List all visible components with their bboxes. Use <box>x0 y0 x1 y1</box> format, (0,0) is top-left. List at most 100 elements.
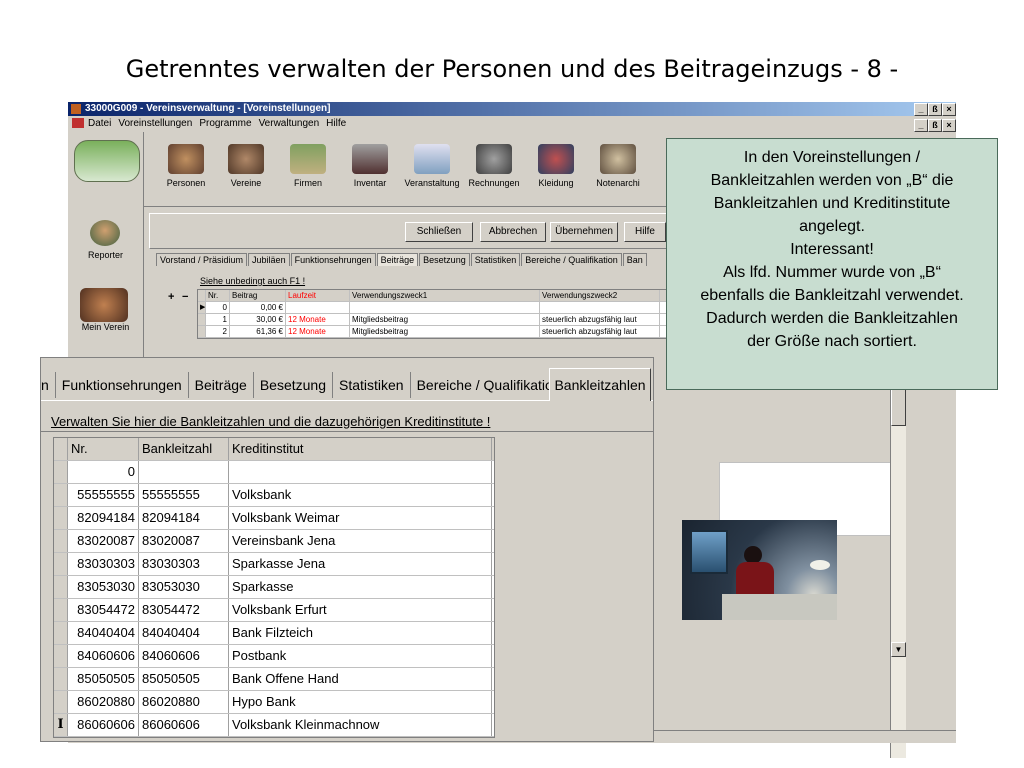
table-cell[interactable]: 83054472 <box>68 599 139 621</box>
row-selector[interactable] <box>54 645 68 667</box>
table-cell[interactable]: 83020087 <box>68 530 139 552</box>
column-header[interactable]: Verwendungszweck2 <box>540 290 660 301</box>
table-row[interactable]: 0 <box>54 461 494 484</box>
menu-verwaltungen[interactable]: Verwaltungen <box>259 118 320 129</box>
table-cell[interactable]: 85050505 <box>68 668 139 690</box>
table-cell[interactable]: 86060606 <box>139 714 229 736</box>
table-cell[interactable]: 83030303 <box>139 553 229 575</box>
row-selector[interactable] <box>54 691 68 713</box>
reporter-icon[interactable] <box>90 220 120 246</box>
uebernehmen-button[interactable]: Übernehmen <box>550 222 618 242</box>
toolbar-rechnungen[interactable]: Rechnungen <box>464 144 524 188</box>
tab-bereiche[interactable]: Bereiche / Qualifikation <box>411 372 568 398</box>
table-cell[interactable]: 12 Monate <box>286 314 350 325</box>
table-cell[interactable]: 84060606 <box>139 645 229 667</box>
table-cell[interactable]: 2 <box>206 326 230 337</box>
table-row[interactable]: 82094184 82094184 Volksbank Weimar <box>54 507 494 530</box>
column-header-nr[interactable]: Nr. <box>68 438 139 460</box>
table-cell[interactable]: 86060606 <box>68 714 139 736</box>
tab-vorstand[interactable]: Vorstand / Präsidium <box>156 253 248 266</box>
table-cell[interactable]: Mitgliedsbeitrag <box>350 314 540 325</box>
row-selector[interactable] <box>54 461 68 483</box>
column-header[interactable]: Laufzeit <box>286 290 350 301</box>
table-cell[interactable]: 84060606 <box>68 645 139 667</box>
table-cell[interactable] <box>139 461 229 483</box>
tab-beitraege[interactable]: Beiträge <box>376 253 419 266</box>
abbrechen-button[interactable]: Abbrechen <box>480 222 546 242</box>
tab-bankleitzahlen[interactable]: Ban <box>622 253 647 266</box>
table-cell[interactable]: Sparkasse Jena <box>229 553 492 575</box>
tab-bereiche[interactable]: Bereiche / Qualifikation <box>521 253 622 266</box>
table-row[interactable]: 84060606 84060606 Postbank <box>54 645 494 668</box>
table-cell[interactable]: Bank Filzteich <box>229 622 492 644</box>
minimize-button[interactable]: _ <box>914 103 928 116</box>
table-cell[interactable]: Mitgliedsbeitrag <box>350 326 540 337</box>
table-row[interactable]: 83054472 83054472 Volksbank Erfurt <box>54 599 494 622</box>
table-cell[interactable]: 86020880 <box>139 691 229 713</box>
restore-button[interactable]: ß <box>928 103 942 116</box>
table-cell[interactable]: Sparkasse <box>229 576 492 598</box>
toolbar-vereine[interactable]: Vereine <box>216 144 276 188</box>
table-cell[interactable]: Postbank <box>229 645 492 667</box>
table-cell[interactable]: 83053030 <box>139 576 229 598</box>
toolbar-personen[interactable]: Personen <box>156 144 216 188</box>
toolbar-veranstaltung[interactable]: Veranstaltung <box>402 144 462 188</box>
table-cell[interactable]: 85050505 <box>139 668 229 690</box>
column-header-kreditinstitut[interactable]: Kreditinstitut <box>229 438 492 460</box>
table-cell[interactable]: steuerlich abzugsfähig laut <box>540 326 660 337</box>
table-cell[interactable]: 82094184 <box>139 507 229 529</box>
child-close-button[interactable]: × <box>942 119 956 132</box>
table-cell[interactable]: 0 <box>68 461 139 483</box>
bankleitzahlen-hint-link[interactable]: Verwalten Sie hier die Bankleitzahlen un… <box>51 414 490 429</box>
tab-funktionsehrungen[interactable]: Funktionsehrungen <box>290 253 376 266</box>
scroll-down-arrow[interactable]: ▼ <box>891 642 906 657</box>
table-cell[interactable]: Volksbank Kleinmachnow <box>229 714 492 736</box>
table-cell[interactable]: Volksbank <box>229 484 492 506</box>
mein-verein-icon[interactable] <box>80 288 128 322</box>
tab-statistiken[interactable]: Statistiken <box>333 372 411 398</box>
table-row[interactable]: 85050505 85050505 Bank Offene Hand <box>54 668 494 691</box>
row-selector[interactable] <box>54 553 68 575</box>
table-cell[interactable]: 86020880 <box>68 691 139 713</box>
toolbar-firmen[interactable]: Firmen <box>278 144 338 188</box>
small-hint-link[interactable]: Siehe unbedingt auch F1 ! <box>200 276 305 286</box>
table-cell[interactable]: 61,36 € <box>230 326 286 337</box>
table-cell[interactable]: Hypo Bank <box>229 691 492 713</box>
table-cell[interactable] <box>286 302 350 313</box>
table-row[interactable]: 86020880 86020880 Hypo Bank <box>54 691 494 714</box>
column-header[interactable]: Nr. <box>206 290 230 301</box>
tab-statistiken[interactable]: Statistiken <box>470 253 521 266</box>
remove-row-button[interactable]: − <box>182 291 188 303</box>
menu-datei[interactable]: Datei <box>88 118 111 129</box>
row-selector[interactable] <box>54 507 68 529</box>
reporter-label[interactable]: Reporter <box>68 250 143 260</box>
table-cell[interactable]: 84040404 <box>68 622 139 644</box>
toolbar-kleidung[interactable]: Kleidung <box>526 144 586 188</box>
table-cell[interactable]: 12 Monate <box>286 326 350 337</box>
row-selector[interactable] <box>54 576 68 598</box>
table-cell[interactable]: 84040404 <box>139 622 229 644</box>
row-selector[interactable] <box>54 530 68 552</box>
table-cell[interactable]: 83053030 <box>68 576 139 598</box>
table-cell[interactable]: 0,00 € <box>230 302 286 313</box>
row-selector[interactable] <box>54 622 68 644</box>
table-cell[interactable]: 55555555 <box>68 484 139 506</box>
table-cell[interactable]: 83054472 <box>139 599 229 621</box>
table-cell[interactable]: 30,00 € <box>230 314 286 325</box>
table-cell[interactable]: 0 <box>206 302 230 313</box>
schliessen-button[interactable]: Schließen <box>405 222 473 242</box>
row-selector[interactable] <box>54 599 68 621</box>
tab-bankleitzahlen-active[interactable]: Bankleitzahlen <box>549 368 651 401</box>
child-minimize-button[interactable]: _ <box>914 119 928 132</box>
table-row[interactable]: 55555555 55555555 Volksbank <box>54 484 494 507</box>
table-cell[interactable]: steuerlich abzugsfähig laut <box>540 314 660 325</box>
table-cell[interactable]: Bank Offene Hand <box>229 668 492 690</box>
table-row[interactable]: I 86060606 86060606 Volksbank Kleinmachnow <box>54 714 494 737</box>
table-cell[interactable]: Vereinsbank Jena <box>229 530 492 552</box>
table-row[interactable]: 84040404 84040404 Bank Filzteich <box>54 622 494 645</box>
table-row[interactable]: 83053030 83053030 Sparkasse <box>54 576 494 599</box>
tab-jubilaeen[interactable]: Jubiläen <box>248 253 290 266</box>
table-cell[interactable] <box>229 461 492 483</box>
table-cell[interactable]: Volksbank Erfurt <box>229 599 492 621</box>
table-cell[interactable]: 55555555 <box>139 484 229 506</box>
